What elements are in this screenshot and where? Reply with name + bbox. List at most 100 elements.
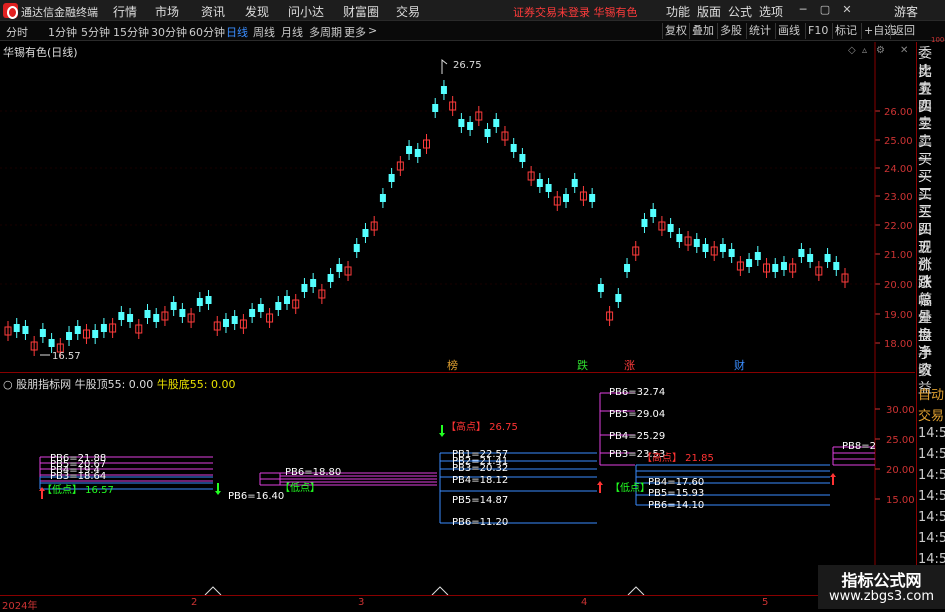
gear-icon[interactable]: ⚙ — [876, 45, 885, 56]
pb-label: PB8=2 — [842, 441, 876, 452]
candle-body-down — [327, 274, 334, 282]
period-15min[interactable]: 15分钟 — [113, 24, 149, 40]
period-more[interactable]: 更多 — [344, 24, 366, 40]
trade-item: 14:56 — [918, 426, 945, 441]
chevron-right-icon[interactable]: > — [368, 24, 377, 37]
sub-tick-label: 25.00 — [886, 435, 915, 446]
price-tick-label: 22.00 — [884, 221, 913, 232]
pb-label: 【高点】 26.75 — [446, 420, 518, 433]
candle-body-down — [563, 194, 569, 202]
menu-hangqing[interactable]: 行情 — [113, 3, 137, 20]
btn-biaoji[interactable]: 标记 — [832, 23, 859, 39]
candle-body-down — [362, 229, 369, 237]
candle-body-down — [676, 234, 683, 242]
btn-huaxian[interactable]: 画线 — [775, 23, 802, 39]
pb-label: PB3=18.64 — [50, 471, 106, 482]
title-bar: 通达信金融终端 行情 市场 资讯 发现 问小达 财富圈 交易 证券交易未登录 华… — [0, 0, 945, 21]
pb-label: 【低点】 — [280, 481, 320, 494]
restore-icon[interactable]: ▢ — [819, 4, 831, 16]
price-tick-label: 24.00 — [884, 164, 913, 175]
time-axis: 2024年 2 3 4 5 — [0, 595, 915, 612]
diamond-icon[interactable]: ◇ — [848, 45, 856, 56]
arrow-head-icon — [597, 481, 603, 485]
trade-item: 14:56 — [918, 468, 945, 483]
candle-body-down — [615, 294, 622, 302]
sub-tick-label: 15.00 — [886, 495, 915, 506]
candle-body-down — [388, 174, 395, 182]
price-tick-label: 26.00 — [884, 107, 913, 118]
trade-item: 14:56 — [918, 510, 945, 525]
marker-bang[interactable]: 榜 — [447, 358, 458, 372]
menu-gongshi[interactable]: 公式 — [728, 3, 752, 20]
close-chart-icon[interactable]: ✕ — [900, 45, 908, 56]
candle-body-down — [754, 252, 761, 260]
quote-panel-small: 1000 — [931, 36, 945, 44]
menu-gongneng[interactable]: 功能 — [666, 3, 690, 20]
candle-body-down — [719, 244, 726, 252]
period-daily[interactable]: 日线 — [226, 24, 248, 40]
menu-banmian[interactable]: 版面 — [697, 3, 721, 20]
candle-body-down — [336, 264, 343, 272]
btn-duogu[interactable]: 多股 — [717, 23, 744, 39]
candle-body-down — [301, 284, 308, 292]
period-1min[interactable]: 1分钟 — [48, 24, 77, 40]
triangle-icon[interactable]: ▵ — [862, 45, 867, 56]
kline-chart[interactable]: 26.00 25.00 24.00 23.00 22.00 21.00 20.00 19.00… — [0, 42, 915, 372]
candle-body-down — [484, 129, 491, 137]
menu-faxian[interactable]: 发现 — [245, 3, 269, 20]
indicator-name[interactable]: 股朋指标网 — [16, 378, 71, 391]
price-tick-label: 19.00 — [884, 310, 913, 321]
menu-shichang[interactable]: 市场 — [155, 3, 179, 20]
close-icon[interactable]: ✕ — [841, 4, 853, 16]
login-warning[interactable]: 证券交易未登录 华锡有色 — [513, 4, 638, 20]
candle-body-down — [414, 149, 421, 157]
stock-name: 华锡有色(日线) — [3, 46, 78, 59]
price-tick-label: 20.00 — [884, 280, 913, 291]
btn-back[interactable]: 返回 — [890, 23, 917, 39]
pb-label: PB6=16.40 — [228, 491, 284, 502]
watermark: 指标公式网 www.zbgs3.com — [818, 565, 945, 609]
btn-diejia[interactable]: 叠加 — [689, 23, 716, 39]
time-label-4: 4 — [581, 597, 588, 608]
period-weekly[interactable]: 周线 — [253, 24, 275, 40]
price-tick-label: 21.00 — [884, 250, 913, 261]
marker-cai[interactable]: 财 — [734, 358, 745, 372]
period-monthly[interactable]: 月线 — [281, 24, 303, 40]
triangle-marker-icon — [431, 586, 449, 596]
menu-zixun[interactable]: 资讯 — [201, 3, 225, 20]
time-label-5: 5 — [762, 597, 769, 608]
trade-item: 14:56 — [918, 447, 945, 462]
period-30min[interactable]: 30分钟 — [151, 24, 187, 40]
menu-jiaoyi[interactable]: 交易 — [396, 3, 420, 20]
menu-xuanxiang[interactable]: 选项 — [759, 3, 783, 20]
triangle-marker-icon — [627, 586, 645, 596]
pb-label: PB4=17.60 — [648, 477, 704, 488]
candle-body-down — [66, 332, 73, 340]
pb-label: PB6=18.80 — [285, 467, 341, 478]
btn-tongji[interactable]: 统计 — [746, 23, 773, 39]
candle-body-down — [406, 146, 413, 154]
period-fenshi[interactable]: 分时 — [6, 24, 28, 40]
user-label[interactable]: 游客 — [894, 3, 918, 20]
minimize-icon[interactable]: ─ — [797, 4, 809, 16]
indicator-var1: 牛股顶55: 0.00 — [74, 378, 154, 391]
indicator-chart[interactable]: 30.0025.0020.0015.00 PB6=21.88PB5=20.67P… — [0, 373, 915, 596]
candle-body-down — [780, 262, 787, 270]
circle-icon[interactable]: ○ — [3, 378, 13, 391]
btn-fuquan[interactable]: 复权 — [662, 23, 689, 39]
candle-body-down — [772, 264, 779, 272]
pb-label: 【低点】 16.57 — [42, 483, 114, 496]
indicator-panel: 30.00 25.00 20.00 15.00 PB6=21.88 PB5=20.67 P… — [0, 372, 915, 596]
marker-zhang[interactable]: 涨 — [624, 359, 635, 372]
period-multi[interactable]: 多周期 — [309, 24, 342, 40]
candle-body-down — [249, 309, 256, 317]
watermark-title: 指标公式网 — [841, 571, 922, 590]
price-tick-label: 23.00 — [884, 192, 913, 203]
period-60min[interactable]: 60分钟 — [189, 24, 225, 40]
marker-die[interactable]: 跌 — [577, 358, 588, 372]
menu-wenxiaoda[interactable]: 问小达 — [288, 3, 324, 20]
candle-body-down — [170, 302, 177, 310]
period-5min[interactable]: 5分钟 — [81, 24, 110, 40]
btn-f10[interactable]: F10 — [805, 23, 830, 39]
menu-caifuquan[interactable]: 财富圈 — [343, 3, 379, 20]
